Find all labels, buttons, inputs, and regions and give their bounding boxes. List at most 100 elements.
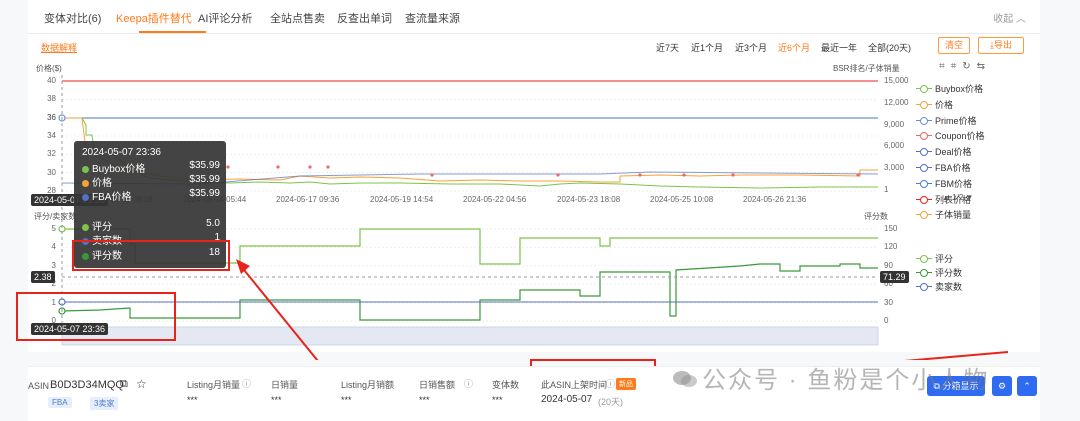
tooltip-row: FBA价格 $35.99 bbox=[82, 188, 220, 203]
metric-value: *** bbox=[271, 395, 282, 405]
legend-marker-icon bbox=[916, 210, 932, 220]
legend-label: Buybox价格 bbox=[935, 84, 984, 94]
legend-item[interactable]: FBA价格 bbox=[916, 161, 971, 174]
legend-marker-icon bbox=[916, 147, 932, 157]
metric-label: 变体数 bbox=[492, 380, 520, 390]
axis-tick-label: 0 bbox=[884, 316, 889, 325]
axis-tick-label: 15,000 bbox=[884, 76, 909, 85]
tooltip-row-value: $35.99 bbox=[189, 188, 220, 199]
legend-item[interactable]: Deal价格 bbox=[916, 145, 972, 158]
axis-tick-label: 5 bbox=[51, 224, 56, 233]
axis-tick-label: 6,000 bbox=[884, 141, 905, 151]
axis-tick-label: 9,000 bbox=[884, 119, 905, 129]
highlight-start-point bbox=[16, 292, 176, 341]
legend-label: 评分 bbox=[935, 254, 954, 264]
metric-value: *** bbox=[187, 395, 198, 405]
legend-label: 评分数 bbox=[935, 268, 963, 278]
tooltip-row: 评分 5.0 bbox=[82, 218, 220, 233]
gear-icon: ⚙ bbox=[997, 381, 1007, 391]
legend-marker-icon bbox=[916, 282, 932, 291]
expand-button[interactable]: ⌃ bbox=[1017, 376, 1037, 396]
tooltip-row: Buybox价格 $35.99 bbox=[82, 160, 220, 175]
rating-cursor-tag: 2.38 bbox=[31, 271, 55, 283]
series-dot-icon bbox=[82, 193, 89, 201]
series-dot-icon bbox=[82, 165, 89, 173]
legend-label: FBM价格 bbox=[935, 178, 972, 189]
legend-marker-icon bbox=[916, 179, 932, 188]
settings-button[interactable]: ⚙ bbox=[992, 376, 1012, 396]
x-tick-label: 2024-05-17 09:36 bbox=[276, 195, 340, 204]
asin-value: B0D3D34MQQ bbox=[50, 379, 124, 391]
arrow-line-right bbox=[904, 351, 1009, 360]
wechat-icon bbox=[673, 371, 697, 387]
metric-value: *** bbox=[492, 395, 503, 405]
copy-icon[interactable]: ⧉ bbox=[120, 378, 128, 391]
fba-chip: FBA bbox=[48, 397, 72, 408]
legend-item[interactable]: FBM价格 bbox=[916, 177, 972, 190]
legend-marker-icon bbox=[916, 84, 932, 93]
legend-item[interactable]: Prime价格 bbox=[916, 114, 977, 127]
bsr-axis-label: BSR排名/子体销量 bbox=[833, 64, 900, 73]
legend-label: Deal价格 bbox=[935, 147, 972, 158]
legend-marker-icon bbox=[916, 131, 932, 141]
x-tick-label: 2024-05-22 04:56 bbox=[463, 195, 527, 204]
axis-tick-label: 90 bbox=[884, 260, 893, 270]
axis-tick-label: 12,000 bbox=[884, 97, 909, 107]
legend-item[interactable]: Coupon价格 bbox=[916, 129, 985, 142]
listed-time-label: 此ASIN上架时间 bbox=[541, 380, 608, 390]
legend-item[interactable]: 子体销量 bbox=[916, 208, 971, 221]
listed-date: 2024-05-07 bbox=[541, 394, 593, 405]
axis-tick-label: 32 bbox=[47, 149, 56, 159]
metric-label: Listing月销额 bbox=[341, 380, 395, 390]
legend-item[interactable]: 价格 bbox=[916, 98, 953, 111]
axis-tick-label: 40 bbox=[47, 76, 56, 85]
asin-label: ASIN bbox=[28, 381, 50, 391]
info-icon[interactable]: ⓘ bbox=[606, 377, 615, 390]
axis-tick-label: 30 bbox=[884, 297, 893, 307]
rating-axis-label: 评分/卖家数 bbox=[34, 212, 77, 221]
x-tick-label: 2024-05-25 10:08 bbox=[650, 195, 714, 204]
axis-tick-label: 3,000 bbox=[884, 163, 905, 173]
arrow-line-left bbox=[239, 264, 319, 360]
legend-marker-icon bbox=[916, 195, 932, 204]
legend-label: 卖家数 bbox=[935, 282, 963, 292]
x-tick-label: 2024-05-19 14:54 bbox=[370, 195, 434, 204]
metric-value: *** bbox=[419, 395, 430, 405]
legend-item[interactable]: 评分 bbox=[916, 252, 953, 265]
axis-tick-label: 3 bbox=[51, 260, 56, 270]
review-axis-label: 评分数 bbox=[864, 212, 888, 221]
axis-tick-label: 150 bbox=[884, 224, 898, 233]
legend-label: FBA价格 bbox=[935, 163, 971, 173]
legend-label: Prime价格 bbox=[935, 115, 977, 126]
axis-tick-label: 120 bbox=[884, 242, 898, 252]
axis-tick-label: 34 bbox=[47, 131, 56, 140]
legend-pager[interactable]: ▲ 1/2 ▼ bbox=[942, 193, 973, 202]
metric-value: *** bbox=[341, 395, 352, 405]
seller-chip: 3卖家 bbox=[90, 397, 119, 410]
highlight-review-count bbox=[72, 240, 230, 271]
data-zoom-slider bbox=[62, 327, 878, 345]
legend-marker-icon bbox=[916, 116, 932, 125]
review-count-line bbox=[61, 263, 878, 321]
tooltip-row-value: 5.0 bbox=[206, 218, 220, 229]
tooltip-row: 价格 $35.99 bbox=[82, 174, 220, 189]
legend-item[interactable]: 评分数 bbox=[916, 266, 962, 279]
tooltip-row-value: $35.99 bbox=[189, 160, 220, 171]
legend-item[interactable]: Buybox价格 bbox=[916, 82, 983, 95]
legend-marker-icon bbox=[916, 254, 932, 263]
star-icon[interactable]: ☆ bbox=[136, 377, 147, 391]
x-tick-label: 2024-05-23 18:08 bbox=[557, 195, 621, 204]
legend-item[interactable]: 卖家数 bbox=[916, 280, 962, 293]
x-tick-label: 2024-05-26 21:36 bbox=[743, 195, 807, 204]
new-badge: 新品 bbox=[616, 378, 636, 390]
legend-marker-icon bbox=[916, 163, 932, 172]
chevron-up-icon: ⌃ bbox=[1023, 381, 1031, 391]
axis-tick-label: 30 bbox=[47, 167, 56, 177]
info-icon[interactable]: ⓘ bbox=[464, 377, 473, 390]
info-icon[interactable]: ⓘ bbox=[242, 377, 251, 390]
price-axis-label: 价格($) bbox=[36, 64, 62, 73]
axis-tick-label: 4 bbox=[51, 242, 56, 252]
legend-marker-icon bbox=[916, 268, 932, 277]
axis-tick-label: 1 bbox=[884, 185, 889, 194]
tooltip-row-label: FBA价格 bbox=[92, 192, 132, 203]
